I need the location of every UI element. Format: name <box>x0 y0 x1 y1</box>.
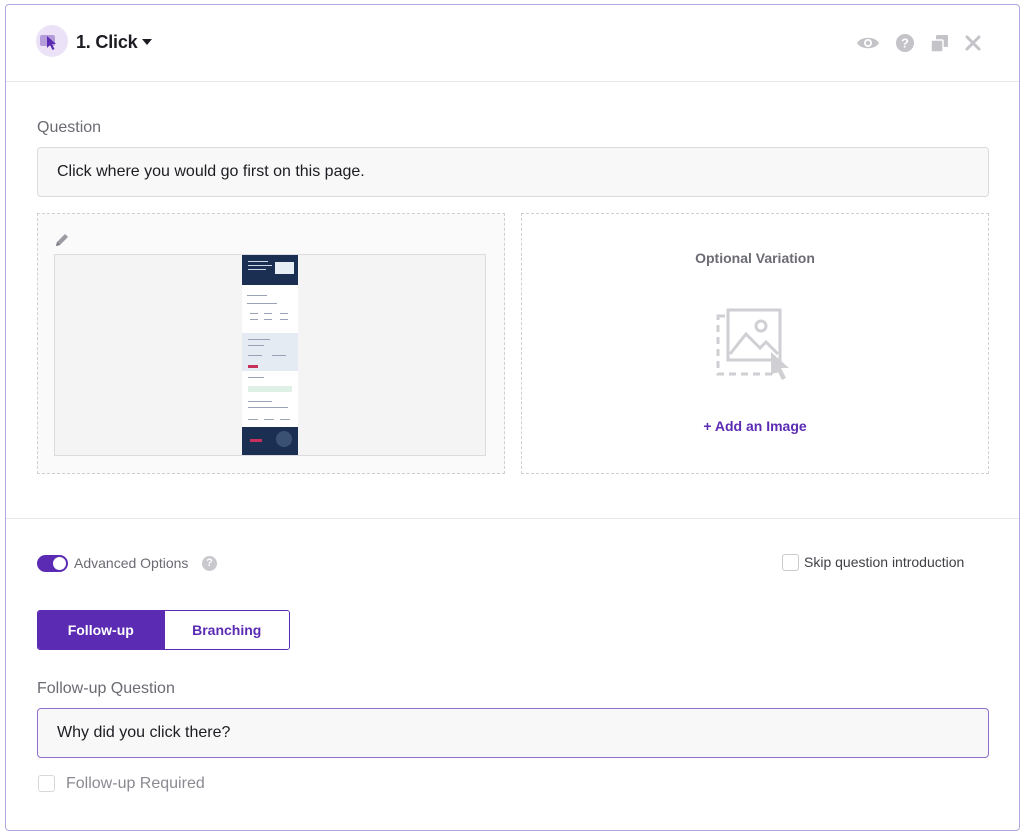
tab-follow-up[interactable]: Follow-up <box>38 611 164 649</box>
add-image-link[interactable]: + Add an Image <box>522 418 988 434</box>
question-label: Question <box>37 119 102 136</box>
followup-required-label[interactable]: Follow-up Required <box>66 775 205 793</box>
followup-question-label: Follow-up Question <box>37 680 175 697</box>
question-card: 1. Click ? Question Click where you woul… <box>5 4 1020 831</box>
followup-branching-tabs: Follow-up Branching <box>37 610 290 650</box>
pencil-icon[interactable] <box>54 232 70 253</box>
tab-branching[interactable]: Branching <box>163 611 289 649</box>
section-divider <box>6 518 1019 519</box>
image-placeholder-icon <box>716 308 796 389</box>
help-circle-icon[interactable]: ? <box>895 32 917 54</box>
followup-required-checkbox[interactable] <box>38 775 55 792</box>
eye-icon[interactable] <box>856 32 879 54</box>
close-icon[interactable] <box>964 32 986 54</box>
variation-pane: Optional Variation + Add an Image <box>521 213 989 474</box>
question-header: 1. Click ? <box>6 5 1019 82</box>
question-title[interactable]: 1. Click <box>76 32 138 53</box>
chevron-down-icon[interactable] <box>142 39 152 45</box>
followup-question-input[interactable]: Why did you click there? <box>37 708 989 758</box>
copy-icon[interactable] <box>930 32 952 54</box>
advanced-options-label: Advanced Options <box>74 555 189 571</box>
question-input[interactable]: Click where you would go first on this p… <box>37 147 989 197</box>
webpage-screenshot-thumbnail <box>242 255 298 455</box>
svg-text:?: ? <box>901 36 909 51</box>
help-circle-icon[interactable]: ? <box>202 556 217 571</box>
skip-intro-checkbox[interactable] <box>782 554 799 571</box>
image-preview[interactable] <box>54 254 486 456</box>
variation-title: Optional Variation <box>695 250 815 266</box>
main-image-pane <box>37 213 505 474</box>
click-cursor-icon <box>36 25 68 57</box>
skip-intro-label[interactable]: Skip question introduction <box>804 554 964 570</box>
advanced-options-toggle[interactable] <box>37 555 68 572</box>
